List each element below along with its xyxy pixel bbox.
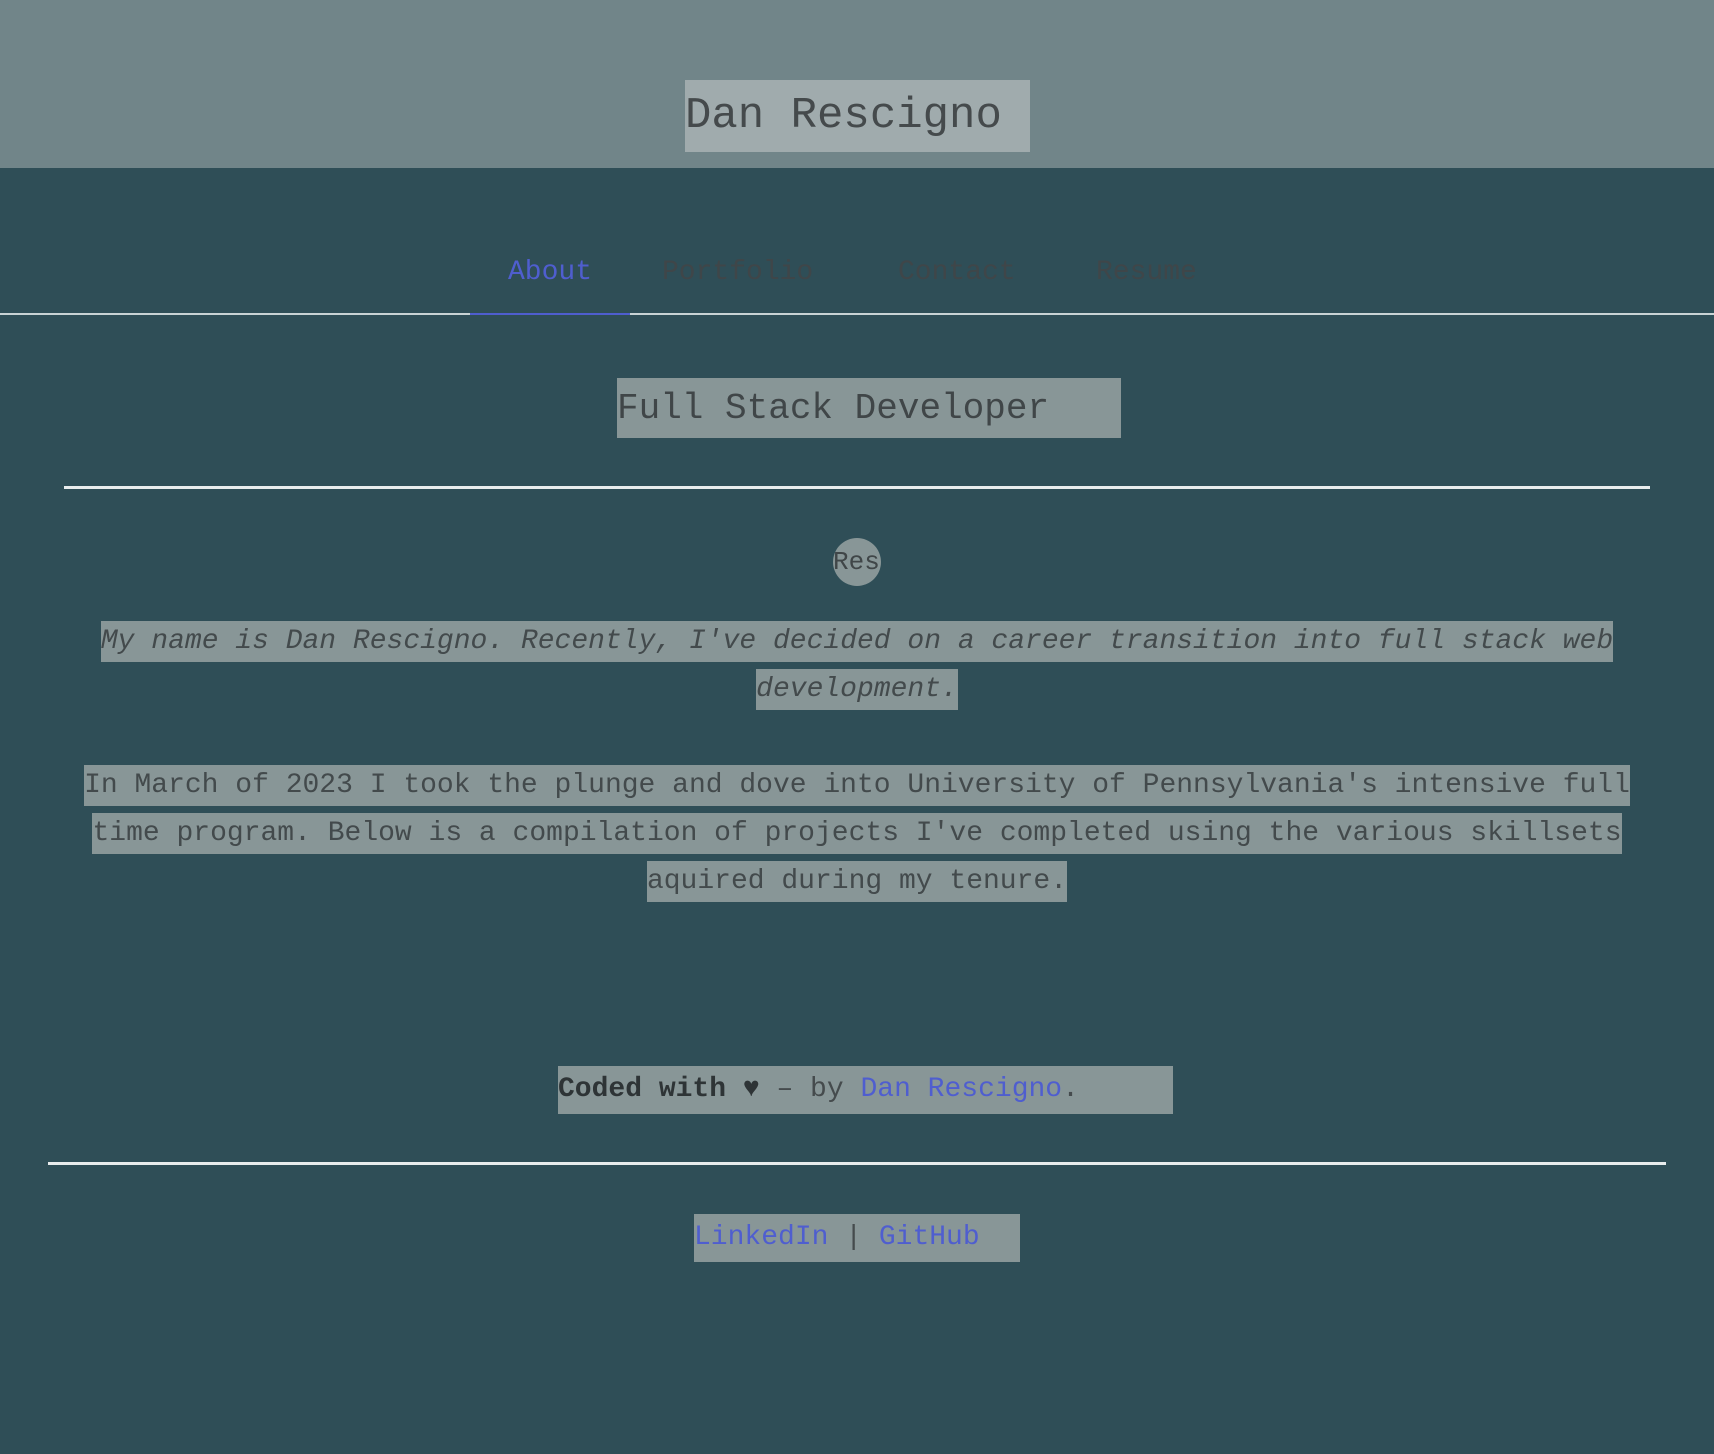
credit-period: . [1062,1074,1079,1105]
bio-text: In March of 2023 I took the plunge and d… [84,765,1630,902]
avatar: Res [833,538,881,586]
intro-text: My name is Dan Rescigno. Recently, I've … [100,621,1614,710]
nav-tab-contact[interactable]: Contact [898,240,1016,313]
site-header: Dan Rescigno [0,0,1714,168]
social-links: LinkedIn | GitHub [694,1214,1020,1262]
author-link[interactable]: Dan Rescigno [860,1074,1062,1105]
by-text: – by [759,1074,861,1105]
nav-tab-about[interactable]: About [470,240,630,315]
section-divider [64,486,1650,489]
main-nav: About Portfolio Contact Resume [0,240,1714,315]
intro-paragraph: My name is Dan Rescigno. Recently, I've … [70,618,1644,714]
link-separator: | [828,1222,879,1253]
bio-paragraph: In March of 2023 I took the plunge and d… [70,762,1644,906]
nav-tab-resume[interactable]: Resume [1096,240,1197,313]
nav-tab-portfolio[interactable]: Portfolio [662,240,813,313]
avatar-alt-text: Res [833,547,880,577]
page: Dan Rescigno About Portfolio Contact Res… [0,0,1714,1454]
github-link[interactable]: GitHub [879,1222,980,1253]
linkedin-link[interactable]: LinkedIn [694,1222,828,1253]
coded-with-text: Coded with ♥ [558,1074,760,1105]
footer-divider [48,1162,1666,1165]
footer-credit: Coded with ♥ – by Dan Rescigno. [558,1066,1173,1114]
page-subtitle: Full Stack Developer [617,378,1121,438]
site-title: Dan Rescigno [685,80,1030,152]
